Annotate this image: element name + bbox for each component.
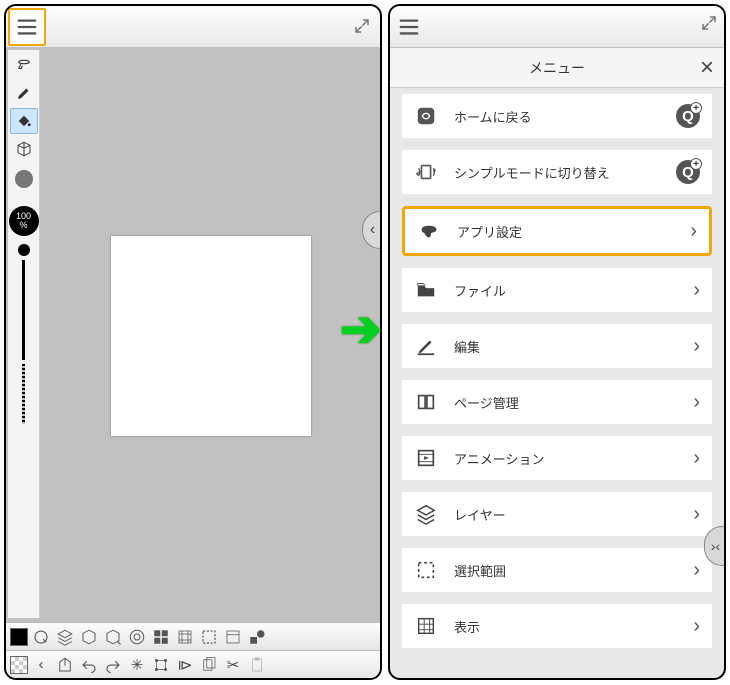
grid4-icon[interactable] (150, 626, 172, 648)
circlegrid-icon[interactable] (126, 626, 148, 648)
menu-item-label: 表示 (454, 617, 677, 636)
menu-item-file[interactable]: ファイル › (402, 268, 712, 312)
grid-icon (414, 614, 438, 638)
q-icon[interactable] (30, 626, 52, 648)
expand-icon (353, 17, 371, 35)
opacity-badge[interactable]: 100 % (9, 206, 39, 236)
layers-icon[interactable] (54, 626, 76, 648)
menu-button-right[interactable] (396, 14, 422, 40)
back-icon[interactable]: ‹ (30, 654, 52, 676)
quick-add-button[interactable]: Q+ (676, 160, 700, 184)
menu-item-home[interactable]: ホームに戻る Q+ (402, 94, 712, 138)
film-icon[interactable] (174, 626, 196, 648)
cut-icon[interactable]: ✂ (222, 654, 244, 676)
marquee-icon (414, 558, 438, 582)
pen-tool-icon[interactable] (10, 80, 38, 106)
opacity-slider-track[interactable] (22, 260, 25, 360)
cube-tool-icon[interactable] (10, 136, 38, 162)
window-icon[interactable] (222, 626, 244, 648)
menu-item-selection[interactable]: 選択範囲 › (402, 548, 712, 592)
menu-item-page-manage[interactable]: ページ管理 › (402, 380, 712, 424)
menu-item-simple-mode[interactable]: シンプルモードに切り替え Q+ (402, 150, 712, 194)
menu-list: ホームに戻る Q+ シンプルモードに切り替え Q+ アプリ設定 › ファイル › (390, 88, 724, 678)
book-icon (414, 390, 438, 414)
menu-item-layer[interactable]: レイヤー › (402, 492, 712, 536)
app-icon (417, 219, 441, 243)
expand-button-right[interactable] (700, 14, 718, 37)
cube-hd-icon[interactable] (78, 626, 100, 648)
hamburger-icon (398, 16, 420, 38)
export-icon[interactable] (54, 654, 76, 676)
chevron-right-icon: › (690, 220, 697, 243)
menu-item-label: アプリ設定 (457, 222, 674, 241)
foreground-color-swatch[interactable] (10, 628, 28, 646)
menu-item-animation[interactable]: アニメーション › (402, 436, 712, 480)
opacity-slider-knob[interactable] (18, 244, 30, 256)
opacity-unit: % (19, 221, 27, 230)
menu-item-view[interactable]: 表示 › (402, 604, 712, 648)
folder-icon (414, 278, 438, 302)
marquee-icon[interactable] (198, 626, 220, 648)
undo-icon[interactable] (78, 654, 100, 676)
menu-item-edit[interactable]: 編集 › (402, 324, 712, 368)
rotate-icon (414, 160, 438, 184)
menu-item-label: シンプルモードに切り替え (454, 163, 660, 182)
layers-icon (414, 502, 438, 526)
lasso-tool-icon[interactable] (10, 52, 38, 78)
chevron-right-icon: › (693, 391, 700, 414)
shapes-icon[interactable] (246, 626, 268, 648)
editor-pane: 100 % ‹ (4, 4, 382, 680)
bucket-tool-icon[interactable] (10, 108, 38, 134)
menu-header: メニュー × (390, 48, 724, 88)
skip-icon[interactable]: ⧐ (174, 654, 196, 676)
menu-button[interactable] (8, 8, 46, 46)
menu-item-app-settings[interactable]: アプリ設定 › (402, 206, 712, 256)
chevron-right-icon: › (693, 503, 700, 526)
tool-strip: 100 % (8, 50, 40, 618)
bottom-toolbar-2: ‹ ✳ ⧐ ✂ (6, 650, 380, 678)
chevron-right-icon: › (693, 335, 700, 358)
transparent-swatch[interactable] (10, 656, 28, 674)
quick-add-button[interactable]: Q+ (676, 104, 700, 128)
chevron-right-icon: › (693, 447, 700, 470)
redo-icon[interactable] (102, 654, 124, 676)
pencil-icon (414, 334, 438, 358)
brush-size-preview-icon[interactable] (15, 170, 33, 188)
menu-item-label: ページ管理 (454, 393, 677, 412)
menu-item-label: 編集 (454, 337, 677, 356)
menu-title: メニュー (529, 58, 585, 78)
expand-icon (700, 14, 718, 32)
menu-item-label: ホームに戻る (454, 107, 660, 126)
editor-titlebar (6, 6, 380, 48)
bottom-toolbar-1 (6, 622, 380, 650)
opacity-slider-track-lower[interactable] (22, 364, 25, 424)
side-panel-toggle[interactable]: ‹ (362, 211, 382, 249)
menu-item-label: ファイル (454, 281, 677, 300)
menu-titlebar (390, 6, 724, 48)
chevron-right-icon: › (693, 615, 700, 638)
menu-item-label: 選択範囲 (454, 561, 677, 580)
close-button[interactable]: × (700, 54, 714, 82)
paste-icon[interactable] (246, 654, 268, 676)
home-icon (414, 104, 438, 128)
chevron-right-icon: › (693, 559, 700, 582)
expand-button[interactable] (350, 14, 374, 38)
chevron-right-icon: › (693, 279, 700, 302)
copy-icon[interactable] (198, 654, 220, 676)
loading-icon[interactable]: ✳ (126, 654, 148, 676)
hamburger-icon (16, 16, 38, 38)
transform-icon[interactable] (150, 654, 172, 676)
canvas[interactable] (111, 236, 311, 436)
menu-item-label: アニメーション (454, 449, 677, 468)
cube-arrow-icon[interactable] (102, 626, 124, 648)
film-icon (414, 446, 438, 470)
menu-pane: メニュー × ホームに戻る Q+ シンプルモードに切り替え Q+ アプリ設定 › (388, 4, 726, 680)
menu-item-label: レイヤー (454, 505, 677, 524)
